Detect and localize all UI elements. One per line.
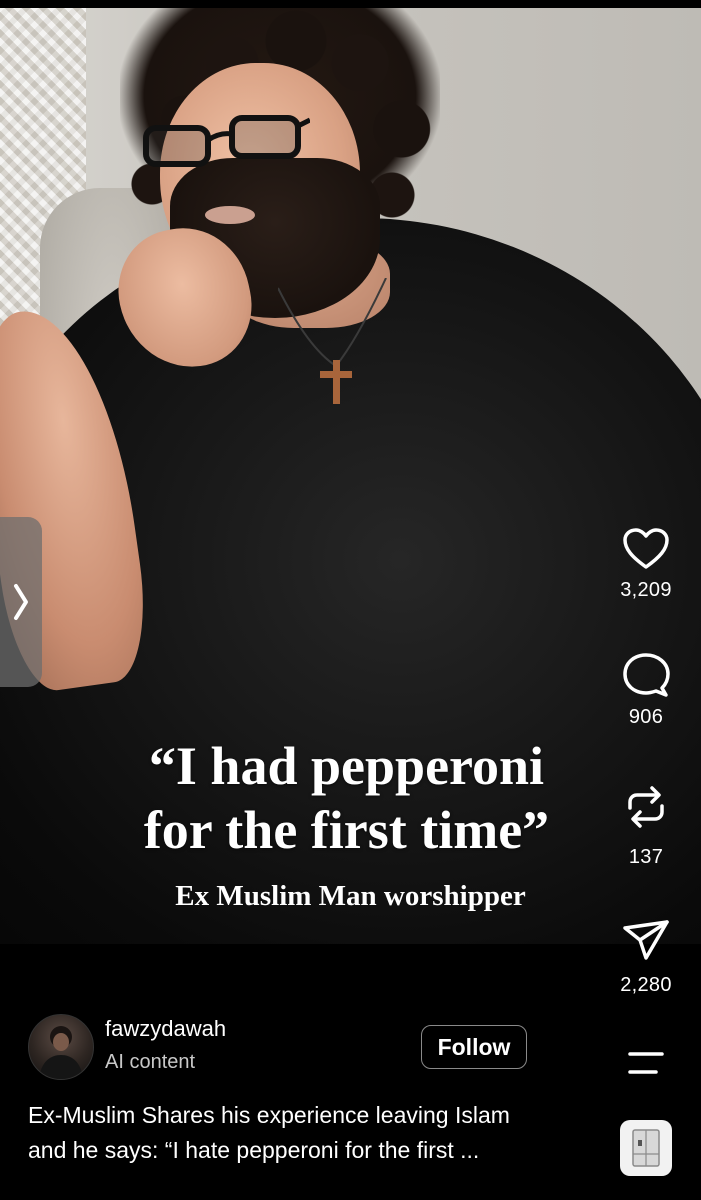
repost-count: 137	[628, 846, 664, 868]
caption-line-1: Ex-Muslim Shares his experience leaving …	[28, 1102, 510, 1128]
author-avatar[interactable]	[28, 1014, 94, 1080]
glasses-graphic	[143, 115, 310, 167]
post-caption[interactable]: Ex-Muslim Shares his experience leaving …	[28, 1098, 588, 1168]
share-count: 2,280	[620, 974, 672, 996]
send-icon	[623, 920, 669, 960]
like-count: 3,209	[620, 579, 672, 601]
person-mouth	[205, 206, 255, 224]
cross-pendant	[320, 360, 352, 404]
follow-button[interactable]: Follow	[421, 1025, 527, 1069]
headline-line-2: for the first time”	[143, 800, 550, 860]
repost-button[interactable]: 137	[601, 782, 691, 869]
share-button[interactable]: 2,280	[601, 918, 691, 997]
comment-icon	[623, 653, 670, 697]
necklace-chain	[278, 278, 387, 368]
video-player[interactable]: “I had pepperoni for the first time” Ex …	[0, 8, 701, 944]
chevron-right-icon	[14, 584, 28, 620]
video-headline: “I had pepperoni for the first time”	[0, 734, 701, 862]
comment-button[interactable]: 906	[601, 652, 691, 729]
side-panel-toggle[interactable]	[0, 517, 42, 687]
headline-line-1: “I had pepperoni	[148, 736, 545, 796]
comment-count: 906	[628, 706, 664, 728]
more-options-button[interactable]	[601, 1050, 691, 1076]
caption-line-2: and he says: “I hate pepperoni for the f…	[28, 1137, 480, 1163]
product-thumbnail[interactable]	[620, 1120, 672, 1176]
like-button[interactable]: 3,209	[601, 527, 691, 602]
fridge-icon	[632, 1129, 660, 1167]
avatar-image	[39, 1026, 83, 1079]
heart-icon	[623, 528, 669, 569]
author-username[interactable]: fawzydawah	[105, 1016, 226, 1042]
repost-icon	[628, 786, 664, 828]
reel-viewer: “I had pepperoni for the first time” Ex …	[0, 0, 701, 1200]
menu-icon	[628, 1052, 664, 1074]
ai-content-label: AI content	[105, 1051, 196, 1073]
video-subheadline: Ex Muslim Man worshipper	[175, 880, 526, 912]
